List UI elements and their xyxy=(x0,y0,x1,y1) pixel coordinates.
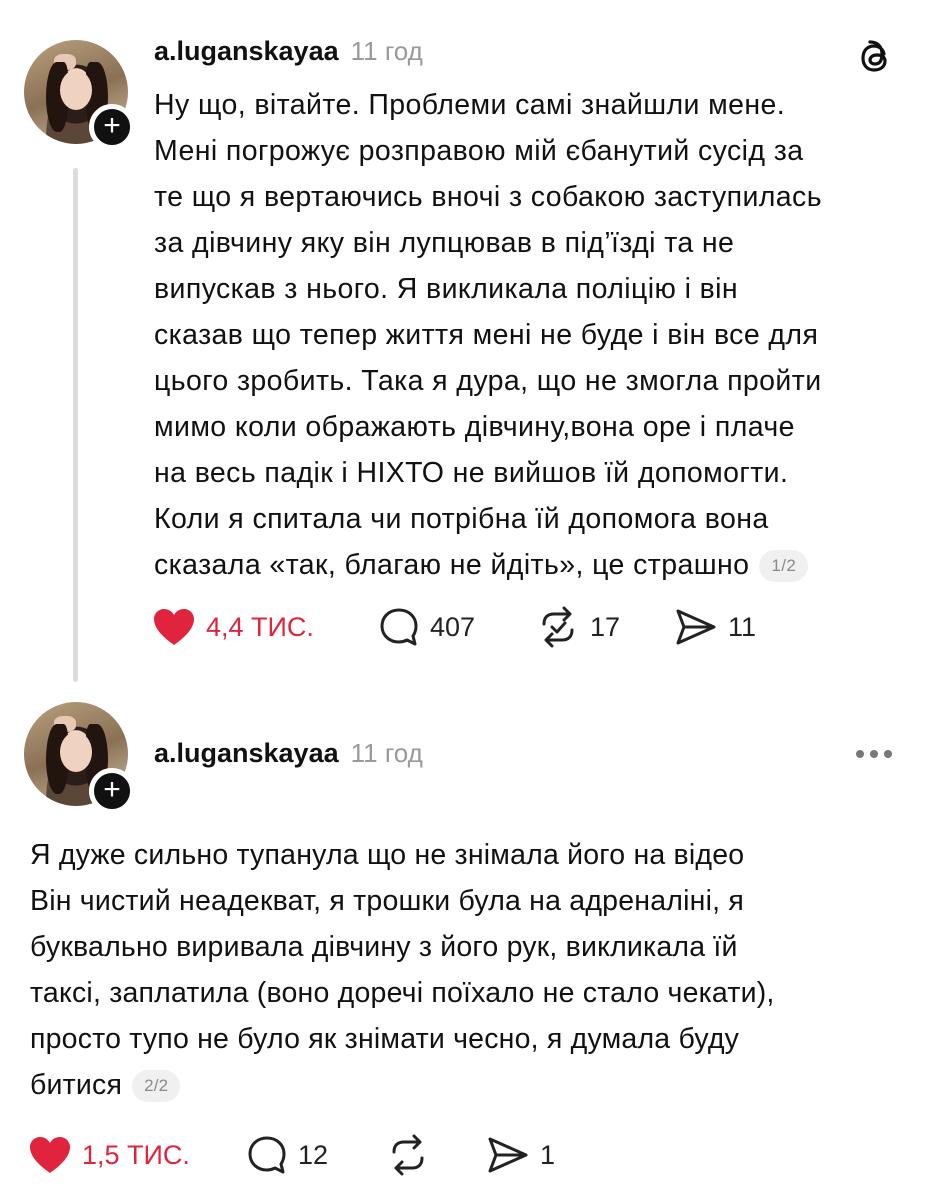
like-button[interactable]: 4,4 ТИС. xyxy=(152,607,378,647)
post-line: Ну що, вітайте. Проблеми самі знайшли ме… xyxy=(154,89,786,121)
share-button[interactable]: 11 xyxy=(674,607,756,647)
page-badge: 2/2 xyxy=(132,1070,181,1103)
post-body: Я дуже сильно тупанула що не знімала йог… xyxy=(30,832,775,1108)
post-line: на весь падік і НІХТО не вийшов їй допом… xyxy=(154,457,789,489)
username[interactable]: a.luganskayaa xyxy=(154,36,339,67)
post-body: Ну що, вітайте. Проблеми самі знайшли ме… xyxy=(154,82,822,588)
post-line: Мені погрожує розправою мій єбанутий сус… xyxy=(154,135,804,167)
post-line: цього зробить. Така я дура, що не змогла… xyxy=(154,365,822,397)
comment-button[interactable]: 407 xyxy=(378,606,536,648)
comment-icon xyxy=(380,608,418,646)
post-line: таксі, заплатила (воно доречі поїхало не… xyxy=(30,977,775,1009)
like-button[interactable]: 1,5 ТИС. xyxy=(28,1135,246,1175)
like-count: 1,5 ТИС. xyxy=(82,1139,190,1170)
post-line: за дівчину яку він лупцював в під’їзді т… xyxy=(154,227,735,259)
post-line: сказав що тепер життя мені не буде і він… xyxy=(154,319,819,351)
post-line-text: сказала «так, благаю не йдіть», це страш… xyxy=(154,549,750,581)
repost-button[interactable] xyxy=(386,1134,486,1176)
post-line: просто тупо не було як знімати чесно, я … xyxy=(30,1023,740,1055)
post-line: випускав з нього. Я викликала поліцію і … xyxy=(154,273,739,305)
post-header: a.luganskayaa 11 год xyxy=(154,36,423,67)
post-line: мимо коли ображають дівчину,вона оре і п… xyxy=(154,411,795,443)
post-line: Я дуже сильно тупанула що не знімала йог… xyxy=(30,839,745,871)
post-line: буквально виривала дівчину з його рук, в… xyxy=(30,931,738,963)
post-line: Він чистий неадекват, я трошки була на а… xyxy=(30,885,744,917)
post-header: a.luganskayaa 11 год xyxy=(154,738,423,769)
username[interactable]: a.luganskayaa xyxy=(154,738,339,769)
thread-line xyxy=(73,168,78,682)
post-line: те що я вертаючись вночі з собакою засту… xyxy=(154,181,822,213)
share-icon xyxy=(676,609,716,645)
share-count: 11 xyxy=(728,611,757,642)
post-line-text: битися xyxy=(30,1069,123,1101)
post-line: битися 2/2 xyxy=(30,1062,775,1108)
follow-button[interactable]: + xyxy=(89,104,135,150)
plus-icon: + xyxy=(103,109,121,142)
threads-page: + a.luganskayaa 11 год Ну що, вітайте. П… xyxy=(0,0,934,1200)
repost-icon xyxy=(392,1134,424,1176)
repost-button[interactable]: 17 xyxy=(536,606,674,648)
share-icon xyxy=(488,1137,528,1173)
heart-icon xyxy=(30,1137,70,1173)
comment-count: 12 xyxy=(298,1139,329,1170)
heart-icon xyxy=(154,609,194,645)
comment-count: 407 xyxy=(430,611,476,642)
post-line: Коли я спитала чи потрібна їй допомога в… xyxy=(154,503,769,535)
like-count: 4,4 ТИС. xyxy=(206,611,314,642)
post-line: сказала «так, благаю не йдіть», це страш… xyxy=(154,542,822,588)
plus-icon: + xyxy=(103,773,121,806)
post-time: 11 год xyxy=(350,36,423,66)
follow-button[interactable]: + xyxy=(89,768,135,814)
post-actions: 4,4 ТИС. 407 17 11 xyxy=(152,606,756,648)
threads-logo-icon[interactable] xyxy=(854,36,898,80)
page-badge: 1/2 xyxy=(759,550,809,583)
repost-icon xyxy=(542,606,574,648)
post-time: 11 год xyxy=(350,738,423,768)
comment-icon xyxy=(248,1136,286,1174)
post-actions: 1,5 ТИС. 12 1 xyxy=(28,1134,555,1176)
repost-count: 17 xyxy=(590,611,621,642)
comment-button[interactable]: 12 xyxy=(246,1134,386,1176)
share-count: 1 xyxy=(540,1139,556,1170)
more-icon[interactable] xyxy=(856,744,896,764)
share-button[interactable]: 1 xyxy=(486,1135,555,1175)
